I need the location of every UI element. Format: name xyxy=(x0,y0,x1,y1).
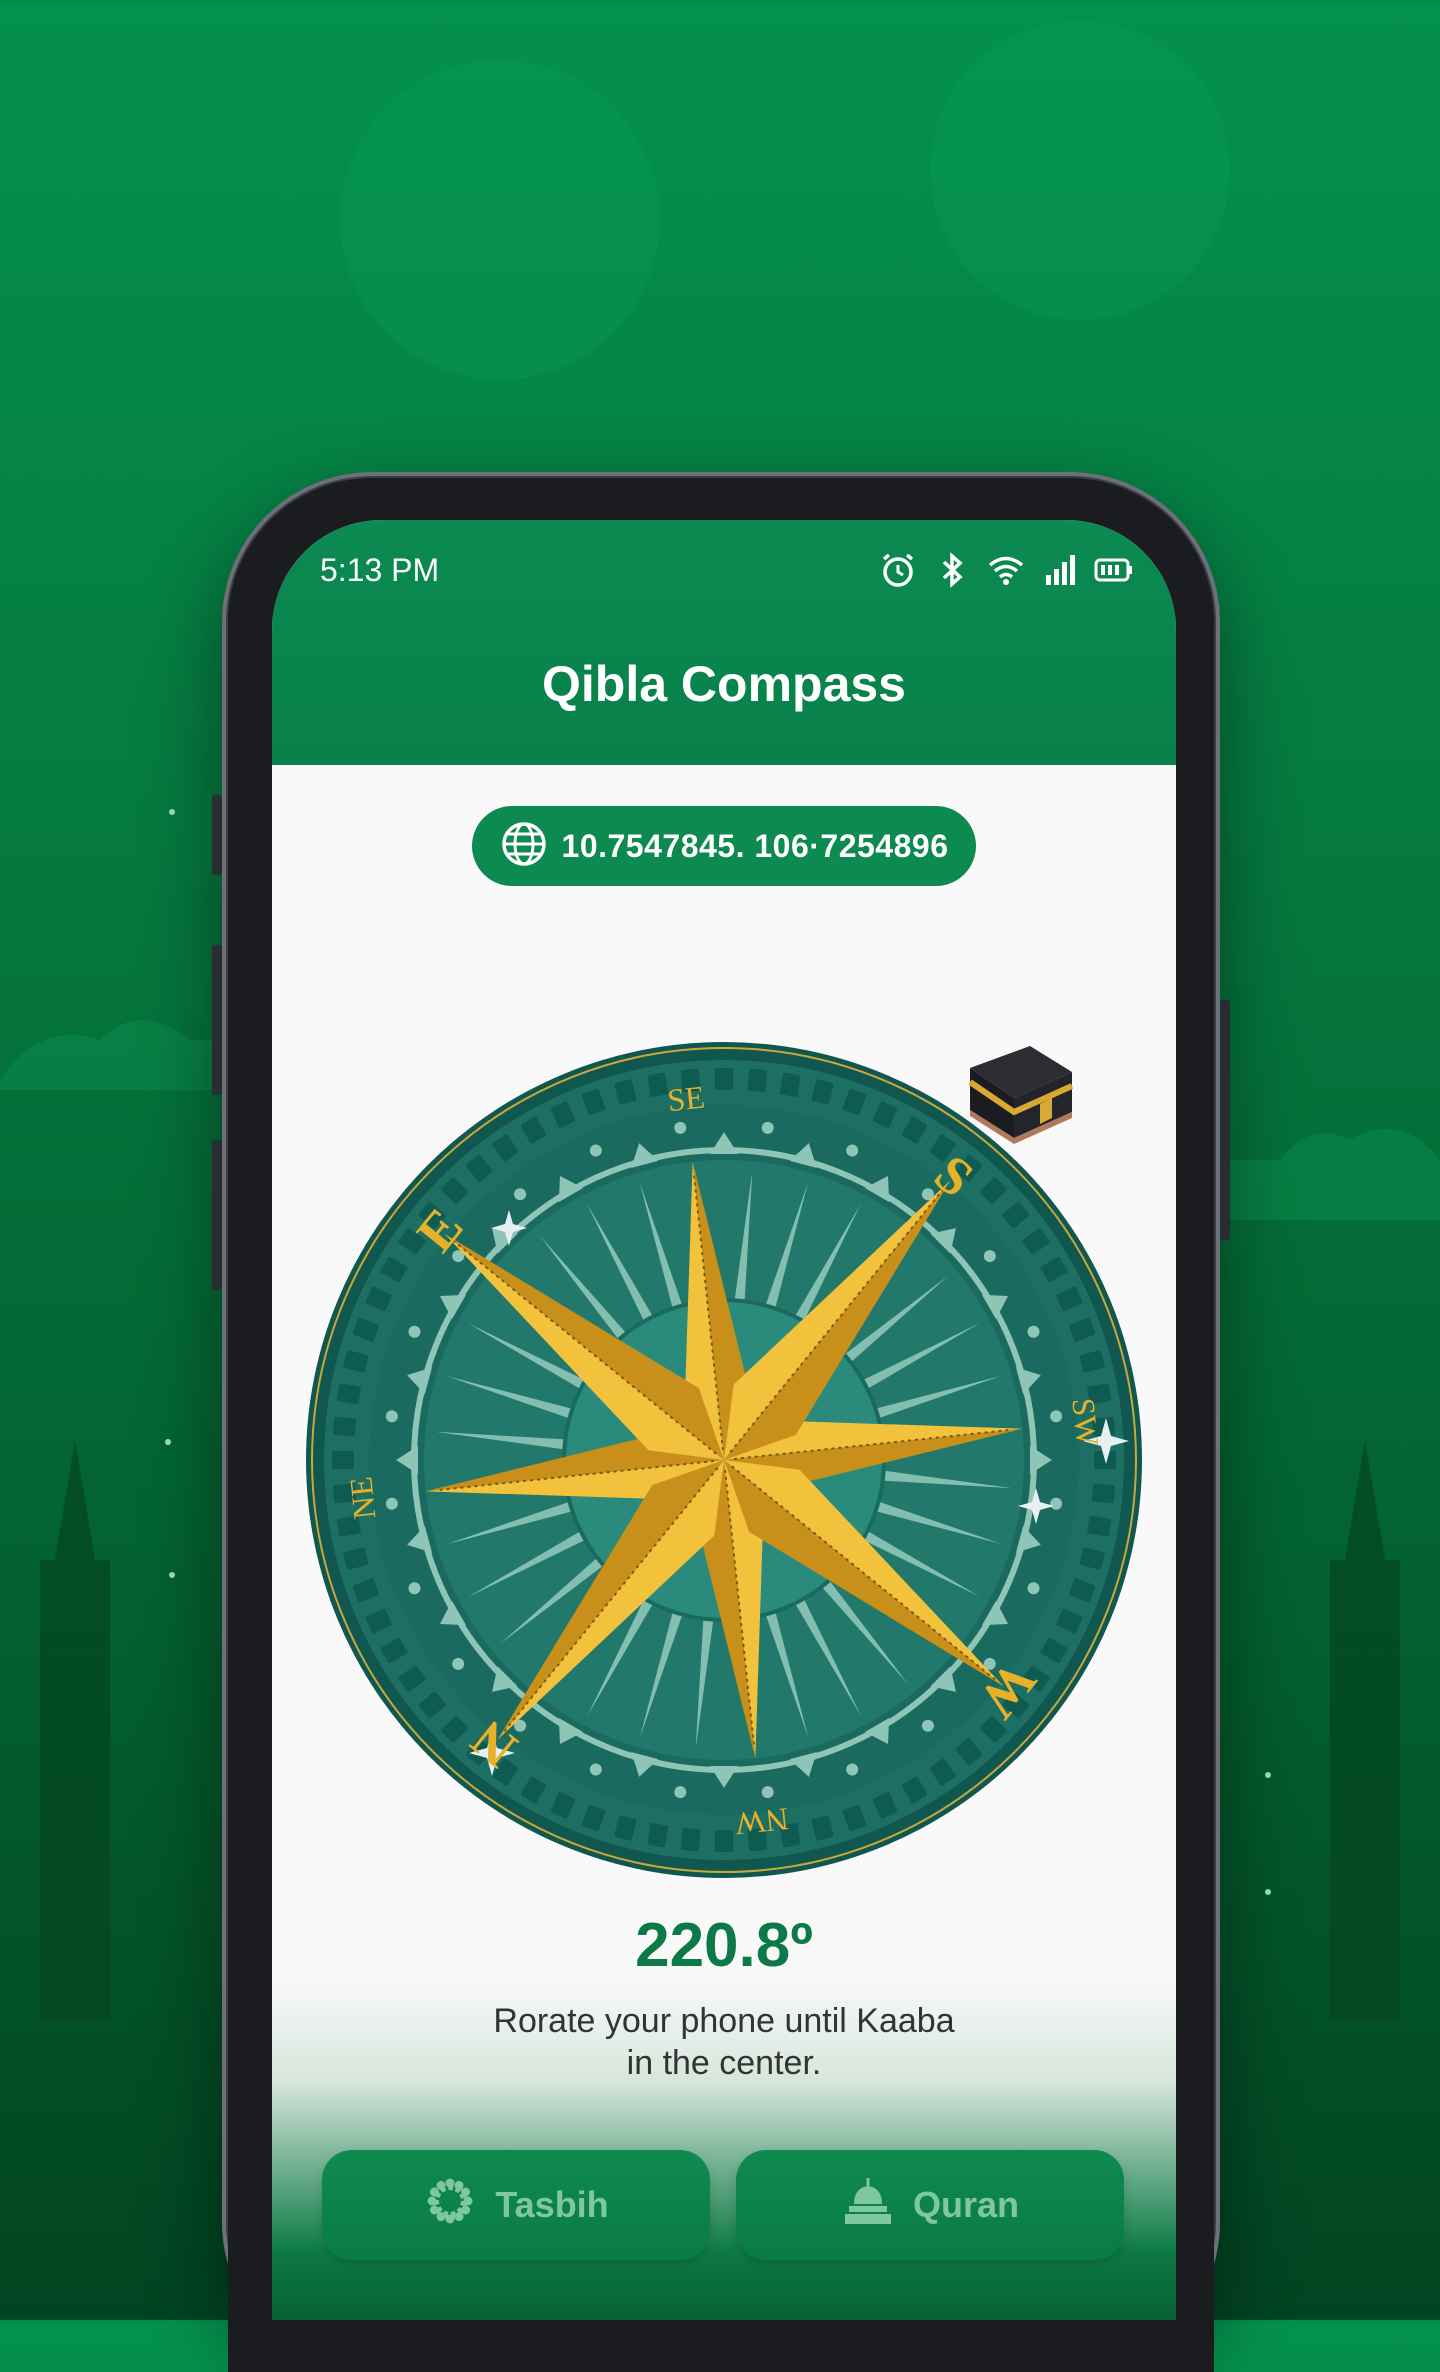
compass-dot xyxy=(408,1325,421,1338)
compass-dot xyxy=(514,1188,527,1201)
outer-tick xyxy=(647,1823,669,1848)
outer-tick xyxy=(747,1068,767,1093)
tasbih-button[interactable]: Tasbih xyxy=(322,2150,710,2260)
compass-dot xyxy=(589,1144,602,1157)
outer-tick xyxy=(715,1068,733,1090)
signal-icon xyxy=(1040,550,1080,590)
status-bar: 5:13 PM xyxy=(272,520,1176,620)
compass-dot xyxy=(385,1497,398,1510)
compass-dot xyxy=(846,1144,859,1157)
compass-dot xyxy=(983,1250,996,1263)
mosque-icon xyxy=(841,2174,895,2237)
phone-power-button xyxy=(1220,1000,1230,1240)
bluetooth-icon xyxy=(932,550,972,590)
compass-label-group: SE xyxy=(666,1078,707,1118)
outer-tick xyxy=(332,1417,357,1437)
phone-side-button xyxy=(212,945,222,1095)
compass-dot xyxy=(1027,1325,1040,1338)
alarm-icon xyxy=(878,550,918,590)
compass-dot xyxy=(1050,1410,1063,1423)
compass-dot xyxy=(674,1121,687,1134)
compass-dial[interactable]: N NE E SE S SW W NW xyxy=(304,1040,1144,1880)
app-bar: 5:13 PM Qibla Compass xyxy=(272,520,1176,765)
outer-tick xyxy=(332,1451,354,1469)
globe-icon xyxy=(500,820,548,873)
qibla-heading-degrees: 220.8º xyxy=(635,1911,813,1980)
page-title: Qibla Compass xyxy=(542,656,906,712)
compass-label-group: NW xyxy=(733,1801,791,1842)
location-coordinates: 10.7547845. 106·7254896 xyxy=(561,827,949,864)
compass-dot xyxy=(846,1763,859,1776)
tasbih-beads-icon xyxy=(423,2174,477,2237)
quran-button[interactable]: Quran xyxy=(736,2150,1124,2260)
location-chip[interactable]: 10.7547845. 106·7254896 xyxy=(472,806,976,886)
outer-tick xyxy=(715,1830,733,1852)
compass-dot xyxy=(589,1763,602,1776)
instruction-line-1: Rorate your phone until Kaaba xyxy=(493,2002,955,2040)
quran-label: Quran xyxy=(912,2184,1019,2225)
compass-dot xyxy=(408,1582,421,1595)
outer-tick xyxy=(779,1072,801,1097)
compass-label-se: SE xyxy=(666,1078,707,1118)
kaaba-icon xyxy=(960,1026,1080,1146)
compass-dot xyxy=(385,1410,398,1423)
phone-screen: 5:13 PM Qibla Compass 10.7547845. 106·72… xyxy=(272,520,1176,2320)
phone-side-button xyxy=(212,1140,222,1290)
tasbih-label: Tasbih xyxy=(495,2184,609,2225)
outer-tick xyxy=(681,1827,701,1852)
compass-label-group: SW xyxy=(1065,1396,1106,1448)
compass-dot xyxy=(1050,1497,1063,1510)
battery-icon xyxy=(1094,550,1134,590)
compass-label-group: NE xyxy=(342,1475,382,1521)
instruction-line-2: in the center. xyxy=(626,2044,822,2082)
compass-dot xyxy=(921,1719,934,1732)
compass-dot xyxy=(761,1121,774,1134)
compass-dot xyxy=(674,1786,687,1799)
compass-label-sw: SW xyxy=(1065,1396,1106,1448)
compass-dot xyxy=(452,1657,465,1670)
status-time: 5:13 PM xyxy=(320,552,440,588)
wifi-icon xyxy=(986,550,1026,590)
instruction-text: Rorate your phone until Kaaba in the cen… xyxy=(272,2000,1176,2084)
outer-tick xyxy=(336,1383,361,1405)
compass-svg: NNEESESSWWNW xyxy=(306,1042,1142,1878)
outer-tick xyxy=(1091,1483,1116,1503)
compass-dot xyxy=(761,1786,774,1799)
outer-tick xyxy=(1087,1515,1112,1537)
phone-side-button xyxy=(212,795,222,875)
compass-label-ne: NE xyxy=(342,1475,382,1521)
compass-dot xyxy=(1027,1582,1040,1595)
compass-label-nw: NW xyxy=(733,1801,791,1842)
